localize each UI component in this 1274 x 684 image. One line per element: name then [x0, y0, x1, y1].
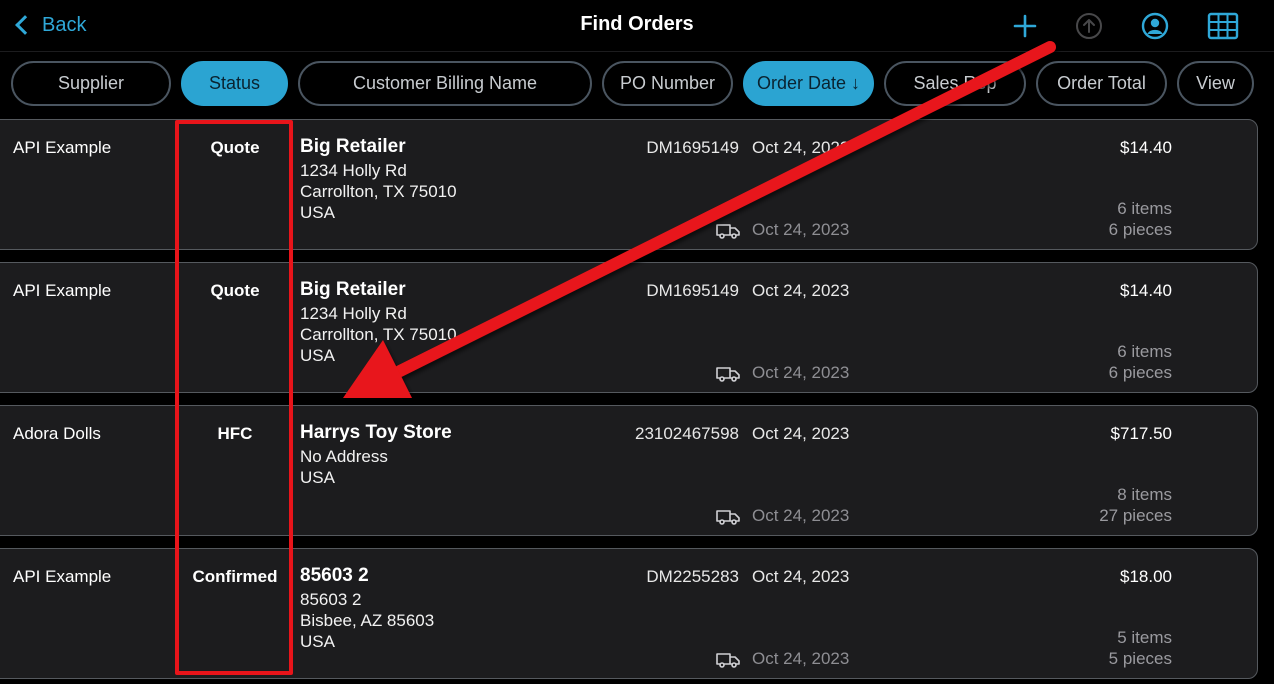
order-customer: 85603 2 — [300, 565, 369, 586]
truck-icon — [716, 650, 740, 670]
order-item-count: 6 items — [1117, 199, 1172, 218]
order-supplier: API Example — [13, 138, 112, 157]
order-total: $18.00 — [1120, 567, 1172, 586]
order-status: Quote — [210, 138, 260, 157]
filter-sales-rep[interactable]: Sales Rep — [884, 61, 1026, 106]
sort-filter-bar: Supplier Status Customer Billing Name PO… — [0, 52, 1274, 115]
order-po-number: DM1695149 — [646, 281, 739, 300]
filter-view[interactable]: View — [1177, 61, 1254, 106]
order-item-count: 6 items — [1117, 342, 1172, 361]
order-piece-count: 6 pieces — [1108, 220, 1172, 239]
order-date: Oct 24, 2023 — [752, 281, 850, 300]
order-customer: Big Retailer — [300, 279, 406, 300]
upload-icon[interactable] — [1073, 10, 1105, 42]
order-status: Quote — [210, 281, 260, 300]
order-row[interactable]: API Example Quote Big Retailer 1234 Holl… — [0, 262, 1258, 393]
ship-date: Oct 24, 2023 — [752, 506, 850, 525]
order-piece-count: 5 pieces — [1108, 649, 1172, 668]
ship-date: Oct 24, 2023 — [752, 363, 850, 382]
order-total: $717.50 — [1110, 424, 1172, 443]
address-line: No Address — [300, 447, 388, 466]
order-po-number: DM1695149 — [646, 138, 739, 157]
filter-status[interactable]: Status — [181, 61, 288, 106]
order-status: Confirmed — [192, 567, 278, 586]
profile-icon[interactable] — [1139, 10, 1171, 42]
order-row[interactable]: Adora Dolls HFC Harrys Toy Store No Addr… — [0, 405, 1258, 536]
order-status: HFC — [217, 424, 253, 443]
order-row[interactable]: API Example Quote Big Retailer 1234 Holl… — [0, 119, 1258, 250]
filter-supplier[interactable]: Supplier — [11, 61, 171, 106]
address-line: Carrollton, TX 75010 — [300, 182, 457, 201]
filter-order-total[interactable]: Order Total — [1036, 61, 1167, 106]
order-supplier: API Example — [13, 567, 112, 586]
order-item-count: 8 items — [1117, 485, 1172, 504]
address-line: USA — [300, 632, 335, 651]
back-button[interactable]: Back — [12, 10, 86, 40]
order-po-number: 23102467598 — [634, 424, 739, 443]
chevron-left-icon — [15, 15, 35, 35]
address-line: 1234 Holly Rd — [300, 304, 407, 323]
truck-icon — [716, 364, 740, 384]
address-line: USA — [300, 468, 335, 487]
truck-icon — [716, 221, 740, 241]
grid-view-icon[interactable] — [1206, 10, 1240, 42]
back-label: Back — [42, 13, 87, 36]
order-date: Oct 24, 2023 — [752, 567, 850, 586]
address-line: USA — [300, 203, 335, 222]
order-total: $14.40 — [1120, 281, 1172, 300]
order-customer: Harrys Toy Store — [300, 422, 452, 443]
address-line: USA — [300, 346, 335, 365]
ship-date: Oct 24, 2023 — [752, 220, 850, 239]
truck-icon — [716, 507, 740, 527]
order-date: Oct 24, 2023 — [752, 138, 850, 157]
filter-customer-billing-name[interactable]: Customer Billing Name — [298, 61, 592, 106]
order-customer: Big Retailer — [300, 136, 406, 157]
top-bar: Back Find Orders — [0, 0, 1274, 52]
order-supplier: API Example — [13, 281, 112, 300]
order-date: Oct 24, 2023 — [752, 424, 850, 443]
address-line: 1234 Holly Rd — [300, 161, 407, 180]
order-po-number: DM2255283 — [646, 567, 739, 586]
order-supplier: Adora Dolls — [13, 424, 101, 443]
order-total: $14.40 — [1120, 138, 1172, 157]
order-piece-count: 6 pieces — [1108, 363, 1172, 382]
filter-order-date[interactable]: Order Date ↓ — [743, 61, 874, 106]
order-item-count: 5 items — [1117, 628, 1172, 647]
order-row[interactable]: API Example Confirmed 85603 2 85603 2 Bi… — [0, 548, 1258, 679]
address-line: Carrollton, TX 75010 — [300, 325, 457, 344]
order-piece-count: 27 pieces — [1099, 506, 1172, 525]
ship-date: Oct 24, 2023 — [752, 649, 850, 668]
address-line: 85603 2 — [300, 590, 362, 609]
address-line: Bisbee, AZ 85603 — [300, 611, 435, 630]
plus-icon[interactable] — [1009, 10, 1041, 42]
filter-po-number[interactable]: PO Number — [602, 61, 733, 106]
